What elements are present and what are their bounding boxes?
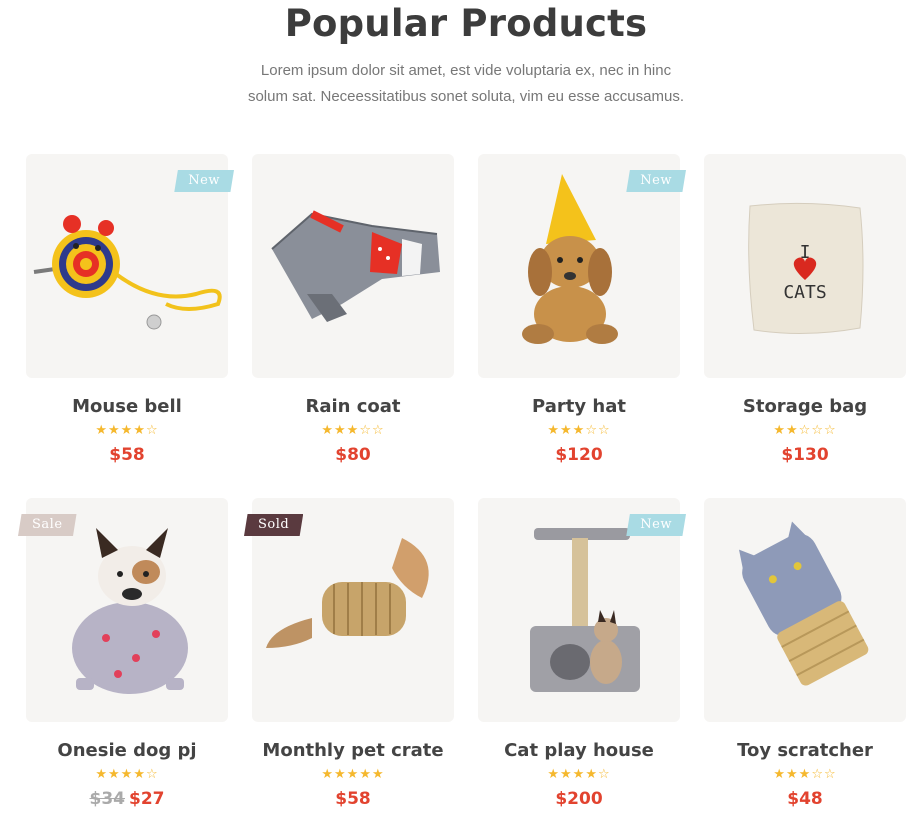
star-icon: ★★★★ — [95, 767, 146, 782]
current-price: $200 — [555, 789, 603, 809]
product-name[interactable]: Cat play house — [448, 740, 710, 761]
rating-stars: ★★★☆☆ — [478, 423, 680, 439]
star-icon: ★★ — [773, 423, 799, 438]
product-price: $120 — [478, 445, 680, 465]
current-price: $120 — [555, 445, 603, 465]
badge-new: New — [174, 170, 234, 192]
star-outline-icon: ☆☆ — [585, 423, 611, 438]
badge-sold: Sold — [244, 514, 304, 536]
star-icon: ★★★★ — [547, 767, 598, 782]
product-price: $58 — [26, 445, 228, 465]
star-outline-icon: ☆☆ — [359, 423, 385, 438]
current-price: $48 — [787, 789, 823, 809]
old-price: $34 — [89, 789, 126, 809]
star-outline-icon: ☆ — [145, 767, 159, 782]
star-outline-icon: ☆ — [145, 423, 159, 438]
rating-stars: ★★★☆☆ — [704, 767, 906, 783]
star-icon: ★★★ — [547, 423, 586, 438]
product-price: $48 — [704, 789, 906, 809]
product-name[interactable]: Storage bag — [674, 396, 920, 417]
star-icon: ★★★ — [773, 767, 812, 782]
product-name[interactable]: Rain coat — [222, 396, 484, 417]
svg-text:CATS: CATS — [783, 282, 826, 303]
current-price: $80 — [335, 445, 371, 465]
product-grid: New Mouse bell ★★★★☆ $58 Rain coat ★★★☆☆… — [0, 0, 920, 839]
storage-bag-image: I CATS — [748, 202, 864, 335]
product-image[interactable] — [704, 498, 906, 722]
star-outline-icon: ☆ — [597, 767, 611, 782]
product-name[interactable]: Mouse bell — [0, 396, 258, 417]
product-price: $34 $27 — [26, 789, 228, 809]
badge-sale: Sale — [18, 514, 77, 536]
current-price: $58 — [335, 789, 371, 809]
product-price: $80 — [252, 445, 454, 465]
star-icon: ★★★ — [321, 423, 360, 438]
product-price: $130 — [704, 445, 906, 465]
rain-coat-image — [271, 210, 440, 322]
rating-stars: ★★★☆☆ — [252, 423, 454, 439]
star-icon: ★★★★ — [95, 423, 146, 438]
product-image[interactable]: I CATS — [704, 154, 906, 378]
product-name[interactable]: Toy scratcher — [674, 740, 920, 761]
rating-stars: ★★★★☆ — [478, 767, 680, 783]
product-name[interactable]: Onesie dog pj — [0, 740, 258, 761]
cat-scratcher-toy-image — [739, 521, 869, 686]
star-outline-icon: ☆☆☆ — [798, 423, 837, 438]
rating-stars: ★★★★☆ — [26, 423, 228, 439]
star-icon: ★★★★★ — [321, 767, 385, 782]
badge-new: New — [626, 514, 686, 536]
current-price: $130 — [781, 445, 829, 465]
rating-stars: ★★★★☆ — [26, 767, 228, 783]
current-price: $58 — [109, 445, 145, 465]
current-price: $27 — [129, 789, 165, 809]
product-price: $200 — [478, 789, 680, 809]
badge-new: New — [626, 170, 686, 192]
rating-stars: ★★☆☆☆ — [704, 423, 906, 439]
product-name[interactable]: Party hat — [448, 396, 710, 417]
star-outline-icon: ☆☆ — [811, 767, 837, 782]
product-price: $58 — [252, 789, 454, 809]
product-name[interactable]: Monthly pet crate — [222, 740, 484, 761]
rating-stars: ★★★★★ — [252, 767, 454, 783]
product-image[interactable] — [252, 154, 454, 378]
